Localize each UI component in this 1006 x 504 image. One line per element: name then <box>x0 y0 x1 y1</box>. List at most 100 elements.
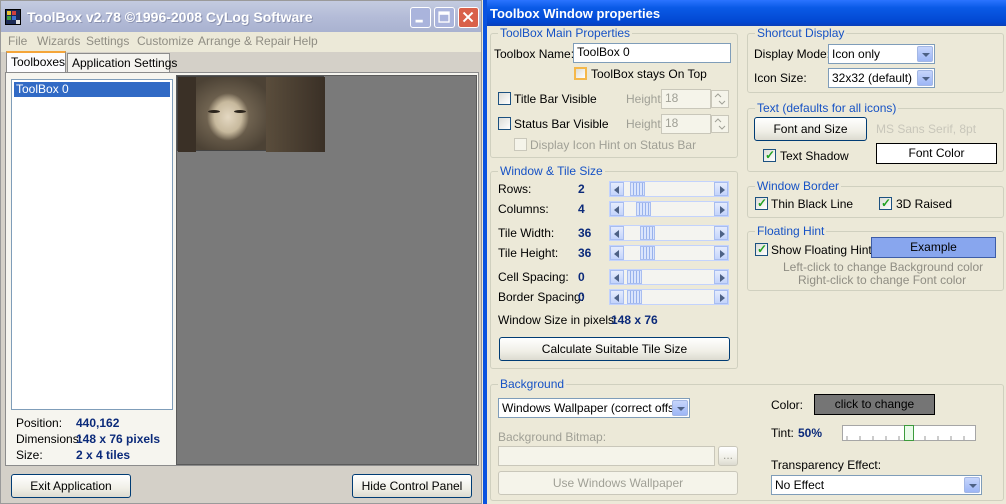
tab-application-settings[interactable]: Application Settings <box>67 53 177 72</box>
display-mode-label: Display Mode: <box>754 47 831 61</box>
slider-left-icon[interactable] <box>610 182 624 196</box>
tint-slider[interactable] <box>842 425 976 441</box>
icon-size-select[interactable]: 32x32 (default) <box>828 68 935 88</box>
menu-wizards[interactable]: Wizards <box>37 34 80 48</box>
text-shadow-checkbox[interactable]: ✓ <box>763 148 776 162</box>
tint-slider-thumb[interactable] <box>904 425 914 441</box>
title-height-spinner[interactable] <box>711 90 729 108</box>
status-height-spinner[interactable] <box>711 115 729 133</box>
maximize-button[interactable] <box>434 7 455 28</box>
toolbox-name-input[interactable]: ToolBox 0 <box>573 43 731 63</box>
chevron-down-icon[interactable] <box>917 46 933 62</box>
display-mode-select[interactable]: Icon only <box>828 44 935 64</box>
status-height-input[interactable]: 18 <box>661 114 711 134</box>
slider-right-icon[interactable] <box>714 226 728 240</box>
menu-arrange-repair[interactable]: Arrange & Repair <box>198 34 291 48</box>
list-item[interactable]: ToolBox 0 <box>14 82 170 97</box>
slider-left-icon[interactable] <box>610 202 624 216</box>
status-bar-visible-checkbox[interactable] <box>498 117 511 130</box>
chevron-down-icon[interactable] <box>917 70 933 86</box>
left-title-bar[interactable]: ToolBox v2.78 ©1996-2008 CyLog Software <box>1 1 481 32</box>
slider-right-icon[interactable] <box>714 202 728 216</box>
icon-hint-status-checkbox[interactable] <box>514 138 527 151</box>
toolbox-list[interactable]: ToolBox 0 <box>11 79 173 410</box>
transparency-select[interactable]: No Effect <box>771 475 982 495</box>
rows-value: 2 <box>578 182 585 196</box>
border-spacing-slider[interactable] <box>609 289 729 305</box>
columns-value: 4 <box>578 202 585 216</box>
cell-spacing-label: Cell Spacing: <box>498 270 569 284</box>
columns-slider[interactable] <box>609 201 729 217</box>
menu-file[interactable]: File <box>8 34 27 48</box>
window-size-value: 148 x 76 <box>611 313 658 327</box>
close-button[interactable] <box>458 7 479 28</box>
tab-toolboxes[interactable]: Toolboxes <box>6 51 66 72</box>
show-floating-hint-checkbox[interactable]: ✓ <box>755 242 768 256</box>
slider-right-icon[interactable] <box>714 246 728 260</box>
tile-height-slider-thumb[interactable] <box>640 246 655 260</box>
slider-left-icon[interactable] <box>610 246 624 260</box>
rows-label: Rows: <box>498 182 532 196</box>
chevron-down-icon[interactable] <box>672 400 688 416</box>
size-label: Size: <box>16 448 43 462</box>
title-height-input[interactable]: 18 <box>661 89 711 109</box>
maximize-icon <box>438 11 450 23</box>
app-icon[interactable] <box>5 9 21 25</box>
tint-label: Tint: <box>771 426 794 440</box>
tile-width-label: Tile Width: <box>498 226 555 240</box>
toolbox-preview-area[interactable] <box>176 75 477 465</box>
slider-right-icon[interactable] <box>714 290 728 304</box>
border-spacing-label: Border Spacing: <box>498 290 585 304</box>
browse-bitmap-button[interactable]: ... <box>718 446 738 466</box>
tile-height-label: Tile Height: <box>498 246 559 260</box>
tile-width-slider[interactable] <box>609 225 729 241</box>
font-and-size-button[interactable]: Font and Size <box>754 117 867 141</box>
cell-spacing-slider-thumb[interactable] <box>627 270 642 284</box>
font-name-text: MS Sans Serif, 8pt <box>876 122 977 136</box>
thin-black-line-checkbox[interactable]: ✓ <box>755 196 768 210</box>
cell-spacing-slider[interactable] <box>609 269 729 285</box>
stays-on-top-checkbox[interactable] <box>574 67 587 80</box>
title-bar-visible-checkbox[interactable] <box>498 92 511 105</box>
font-color-button[interactable]: Font Color <box>876 143 997 164</box>
slider-left-icon[interactable] <box>610 270 624 284</box>
background-bitmap-input[interactable] <box>498 446 715 466</box>
background-color-button[interactable]: click to change <box>814 394 935 415</box>
tile-height-slider[interactable] <box>609 245 729 261</box>
exit-application-button[interactable]: Exit Application <box>11 474 131 498</box>
rows-slider[interactable] <box>609 181 729 197</box>
slider-right-icon[interactable] <box>714 182 728 196</box>
left-window-title: ToolBox v2.78 ©1996-2008 CyLog Software <box>27 9 313 25</box>
minimize-icon <box>415 19 423 23</box>
hide-control-panel-button[interactable]: Hide Control Panel <box>352 474 472 498</box>
minimize-button[interactable] <box>410 7 431 28</box>
menu-settings[interactable]: Settings <box>86 34 129 48</box>
use-windows-wallpaper-button[interactable]: Use Windows Wallpaper <box>498 471 738 495</box>
background-bitmap-label: Background Bitmap: <box>498 430 607 444</box>
calculate-tile-size-button[interactable]: Calculate Suitable Tile Size <box>499 337 730 361</box>
border-spacing-slider-thumb[interactable] <box>627 290 642 304</box>
right-title-bar[interactable]: Toolbox Window properties <box>487 0 1006 26</box>
menu-help[interactable]: Help <box>293 34 318 48</box>
background-mode-select[interactable]: Windows Wallpaper (correct offset) <box>498 398 690 418</box>
chevron-down-icon[interactable] <box>964 477 980 493</box>
rows-slider-thumb[interactable] <box>630 182 645 196</box>
slider-left-icon[interactable] <box>610 226 624 240</box>
transparency-label: Transparency Effect: <box>771 458 882 472</box>
check-icon: ✓ <box>765 148 776 162</box>
background-title: Background <box>498 377 567 391</box>
raised-3d-label: 3D Raised <box>896 197 953 211</box>
shortcut-display-title: Shortcut Display <box>755 26 847 40</box>
slider-left-icon[interactable] <box>610 290 624 304</box>
dimensions-label: Dimensions: <box>16 432 83 446</box>
columns-label: Columns: <box>498 202 549 216</box>
columns-slider-thumb[interactable] <box>636 202 651 216</box>
slider-right-icon[interactable] <box>714 270 728 284</box>
tile-width-slider-thumb[interactable] <box>640 226 655 240</box>
check-icon: ✓ <box>757 196 768 210</box>
floating-hint-example[interactable]: Example <box>871 237 996 258</box>
tile-width-value: 36 <box>578 226 592 240</box>
check-icon: ✓ <box>881 196 892 210</box>
menu-customize[interactable]: Customize <box>137 34 194 48</box>
raised-3d-checkbox[interactable]: ✓ <box>879 196 892 210</box>
